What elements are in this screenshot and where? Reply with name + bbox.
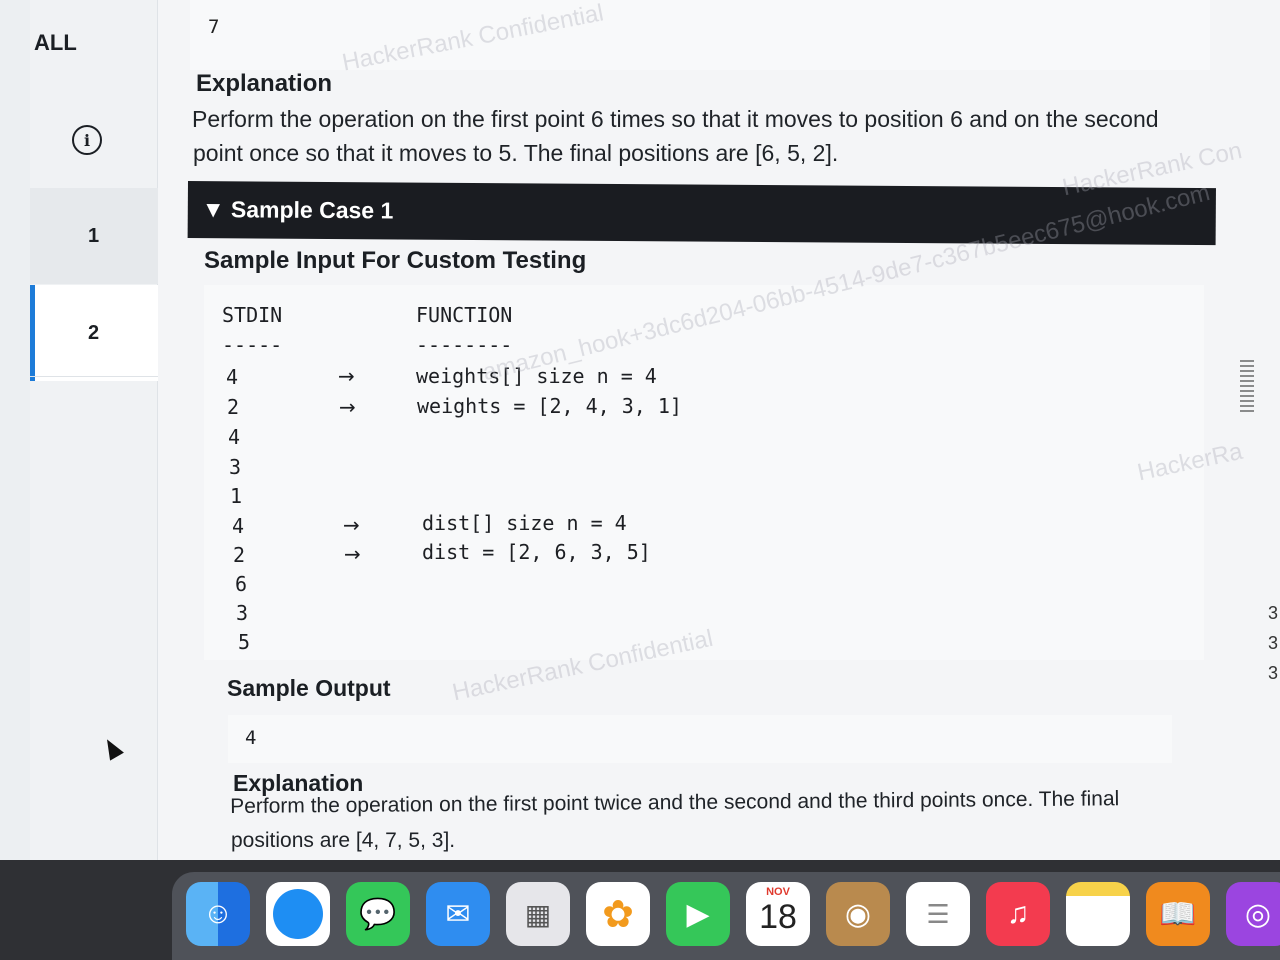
facetime-icon[interactable]: ▶	[666, 882, 730, 946]
arrow-icon: →	[338, 364, 355, 388]
stdin-column-header: STDIN	[222, 303, 283, 327]
dock: ☺ 💬 ✉ ▦ ✿ ▶ NOV 18 ◉ ☰ ♫ 📖 ◎	[172, 872, 1280, 960]
arrow-icon: →	[339, 395, 356, 419]
finder-icon[interactable]: ☺	[186, 882, 250, 946]
info-icon[interactable]: i	[72, 125, 102, 155]
contacts-icon[interactable]: ◉	[826, 882, 890, 946]
sample-output-heading: Sample Output	[227, 675, 391, 701]
stdin-value: 4	[228, 425, 241, 449]
arrow-icon: →	[343, 513, 360, 537]
sample-output-box	[228, 715, 1172, 763]
stdin-value: 2	[227, 395, 240, 419]
stdin-value: 6	[235, 572, 248, 596]
sample-case-1-label: ▼ Sample Case 1	[201, 196, 394, 224]
sample-input-heading: Sample Input For Custom Testing	[204, 247, 587, 274]
sample-input-code-block	[204, 285, 1204, 660]
music-icon[interactable]: ♫	[986, 882, 1050, 946]
stdin-value: 1	[230, 484, 243, 508]
calendar-day: 18	[759, 898, 797, 936]
stdin-value: 2	[233, 543, 246, 567]
stdin-value: 5	[238, 630, 251, 654]
notes-icon[interactable]	[1066, 882, 1130, 946]
stdin-value: 3	[229, 455, 242, 479]
function-dist: dist = [2, 6, 3, 5]	[422, 540, 651, 564]
reminders-icon[interactable]: ☰	[906, 882, 970, 946]
function-column-header: FUNCTION	[416, 303, 513, 327]
photos-icon[interactable]: ✿	[586, 882, 650, 946]
question-2-tab[interactable]: 2	[30, 285, 158, 381]
stdin-value: 4	[232, 514, 245, 538]
resize-handle[interactable]	[1240, 360, 1254, 412]
prev-explanation-line2: point once so that it moves to 5. The fi…	[193, 140, 839, 166]
editor-line-fragment: 3	[1268, 663, 1279, 683]
safari-icon[interactable]	[266, 882, 330, 946]
messages-icon[interactable]: 💬	[346, 882, 410, 946]
all-questions-link[interactable]: ALL	[34, 30, 77, 56]
editor-line-fragment: 3	[1268, 603, 1279, 623]
function-dist-size: dist[] size n = 4	[422, 511, 627, 535]
explanation-line2: positions are [4, 7, 5, 3].	[231, 829, 456, 852]
editor-line-fragment: 3	[1268, 633, 1279, 653]
screen: ALL i 1 2 7 Explanation Perform the oper…	[0, 0, 1280, 890]
prev-sample-output-value: 7	[208, 16, 220, 38]
function-weights: weights = [2, 4, 3, 1]	[417, 394, 682, 418]
books-icon[interactable]: 📖	[1146, 882, 1210, 946]
stdin-rule: -----	[222, 333, 283, 357]
launchpad-icon[interactable]: ▦	[506, 882, 570, 946]
prev-explanation-line1: Perform the operation on the first point…	[192, 106, 1159, 132]
stdin-value: 4	[226, 365, 239, 389]
nav-divider	[30, 376, 158, 377]
calendar-icon[interactable]: NOV 18	[746, 882, 810, 946]
sample-output-value: 4	[245, 727, 257, 749]
function-rule: --------	[416, 333, 513, 357]
mail-icon[interactable]: ✉	[426, 882, 490, 946]
podcasts-icon[interactable]: ◎	[1226, 882, 1280, 946]
calendar-month: NOV	[766, 886, 790, 898]
question-1-tab[interactable]: 1	[30, 188, 158, 284]
stdin-value: 3	[236, 601, 249, 625]
prev-explanation-heading: Explanation	[196, 70, 333, 97]
arrow-icon: →	[344, 542, 361, 566]
